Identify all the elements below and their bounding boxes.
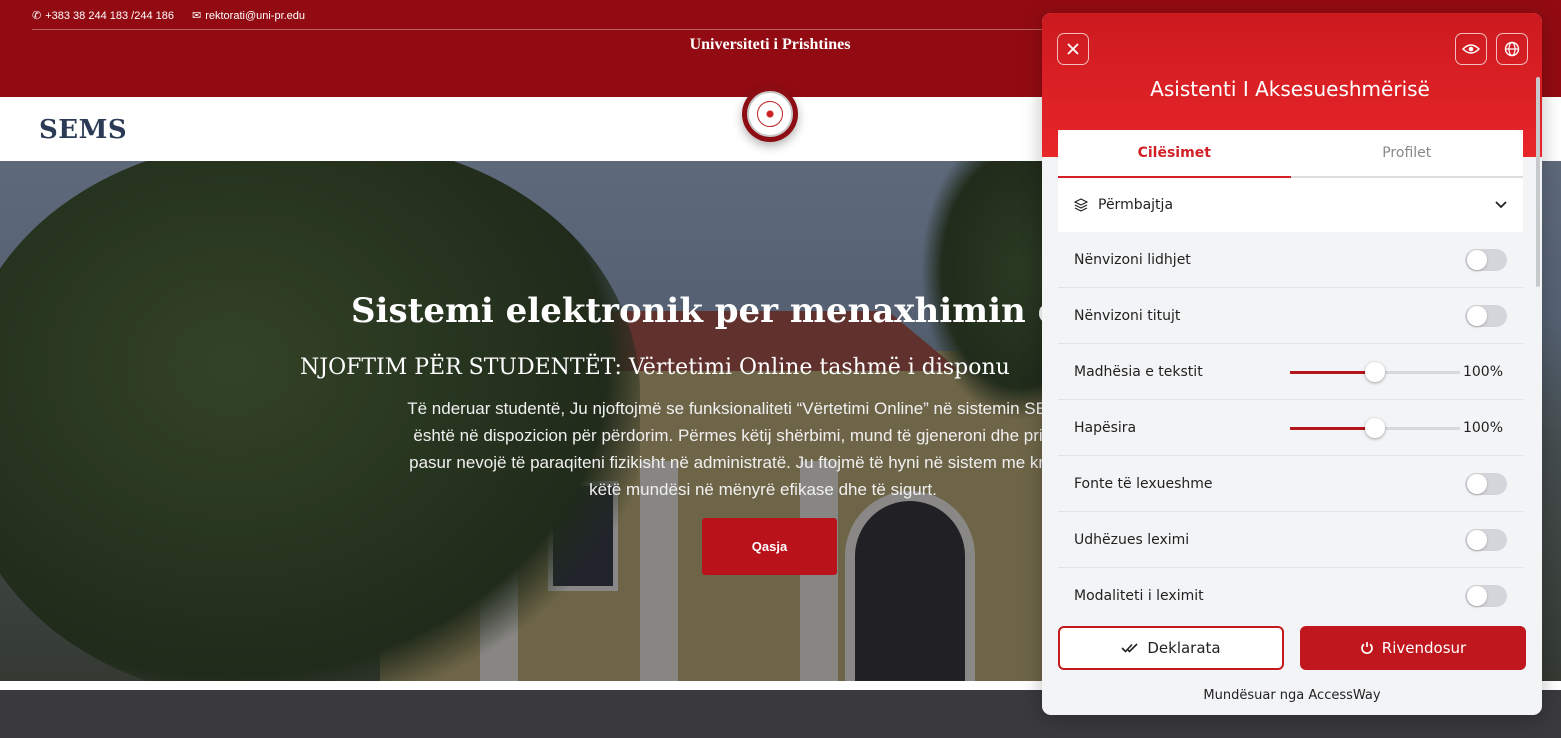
language-button[interactable] <box>1496 33 1528 65</box>
slider-fill <box>1290 427 1375 430</box>
content-section-header[interactable]: Përmbajtja <box>1058 178 1523 232</box>
setting-reading-mode: Modaliteti i leximit <box>1058 568 1523 615</box>
power-reset-icon <box>1360 642 1373 655</box>
setting-underline-titles: Nënvizoni titujt <box>1058 288 1523 344</box>
chevron-down-icon <box>1495 201 1507 209</box>
declaration-label: Deklarata <box>1147 639 1221 657</box>
envelope-icon: ✉ <box>191 10 202 22</box>
setting-label: Nënvizoni titujt <box>1074 307 1181 324</box>
reading-mode-toggle[interactable] <box>1465 584 1507 607</box>
hero-title: Sistemi elektronik per menaxhimin e stu <box>351 291 1131 331</box>
section-label: Përmbajtja <box>1098 197 1174 213</box>
declaration-button[interactable]: Deklarata <box>1058 626 1284 670</box>
underline-titles-toggle[interactable] <box>1465 304 1507 327</box>
readable-fonts-toggle[interactable] <box>1465 472 1507 495</box>
logo-seal-ring <box>747 91 793 137</box>
double-check-icon <box>1121 643 1138 653</box>
panel-scrollbar[interactable] <box>1536 77 1540 287</box>
spacing-value: 100% <box>1462 419 1503 436</box>
setting-spacing: Hapësira 100% <box>1058 400 1523 456</box>
setting-readable-fonts: Fonte të lexueshme <box>1058 456 1523 512</box>
hero-notice: NJOFTIM PËR STUDENTËT: Vërtetimi Online … <box>300 355 1010 380</box>
close-button[interactable] <box>1057 33 1089 65</box>
reading-guide-toggle[interactable] <box>1465 528 1507 551</box>
setting-underline-links: Nënvizoni lidhjet <box>1058 232 1523 288</box>
site-brand[interactable]: SEMS <box>39 115 127 145</box>
slider-thumb[interactable] <box>1365 418 1385 438</box>
toggle-knob <box>1467 585 1487 606</box>
setting-label: Udhëzues leximi <box>1074 531 1190 548</box>
spacing-slider[interactable] <box>1290 418 1460 438</box>
setting-reading-guide: Udhëzues leximi <box>1058 512 1523 568</box>
university-logo[interactable] <box>742 86 798 142</box>
access-button[interactable]: Qasja <box>702 518 837 575</box>
visibility-button[interactable] <box>1455 33 1487 65</box>
slider-fill <box>1290 371 1375 374</box>
globe-icon <box>1504 41 1520 57</box>
toggle-knob <box>1467 249 1487 270</box>
seal-icon <box>757 101 783 127</box>
settings-rows: Nënvizoni lidhjet Nënvizoni titujt Madhë… <box>1058 232 1523 615</box>
setting-label: Modaliteti i leximit <box>1074 587 1204 604</box>
reset-button[interactable]: Rivendosur <box>1300 626 1526 670</box>
email-text: rektorati@uni-pr.edu <box>205 9 306 22</box>
phone-contact[interactable]: ✆ +383 38 244 183 /244 186 <box>32 9 174 23</box>
powered-by[interactable]: Mundësuar nga AccessWay <box>1042 688 1542 703</box>
panel-title: Asistenti I Aksesueshmërisë <box>1150 77 1430 101</box>
toggle-knob <box>1467 305 1487 326</box>
text-size-value: 100% <box>1462 363 1503 380</box>
close-icon <box>1067 43 1079 55</box>
tab-profiles[interactable]: Profilet <box>1290 130 1523 178</box>
settings-card: Cilësimet Profilet Përmbajtja Nënvizoni … <box>1058 130 1523 615</box>
phone-text: +383 38 244 183 /244 186 <box>45 9 174 22</box>
setting-text-size: Madhësia e tekstit 100% <box>1058 344 1523 400</box>
reset-label: Rivendosur <box>1381 639 1467 657</box>
toggle-knob <box>1467 473 1487 494</box>
toggle-knob <box>1467 529 1487 550</box>
underline-links-toggle[interactable] <box>1465 248 1507 271</box>
layers-icon <box>1074 198 1088 212</box>
setting-label: Nënvizoni lidhjet <box>1074 251 1191 268</box>
setting-label: Fonte të lexueshme <box>1074 475 1213 492</box>
accessibility-panel: Asistenti I Aksesueshmërisë Cilësimet Pr… <box>1042 13 1542 715</box>
slider-thumb[interactable] <box>1365 362 1385 382</box>
tab-settings[interactable]: Cilësimet <box>1058 130 1291 178</box>
eye-icon <box>1462 44 1480 54</box>
email-contact[interactable]: ✉ rektorati@uni-pr.edu <box>191 9 306 23</box>
phone-icon: ✆ <box>32 10 42 22</box>
contact-info: ✆ +383 38 244 183 /244 186 ✉ rektorati@u… <box>32 9 306 23</box>
text-size-slider[interactable] <box>1290 362 1460 382</box>
panel-tabs: Cilësimet Profilet <box>1058 130 1523 178</box>
